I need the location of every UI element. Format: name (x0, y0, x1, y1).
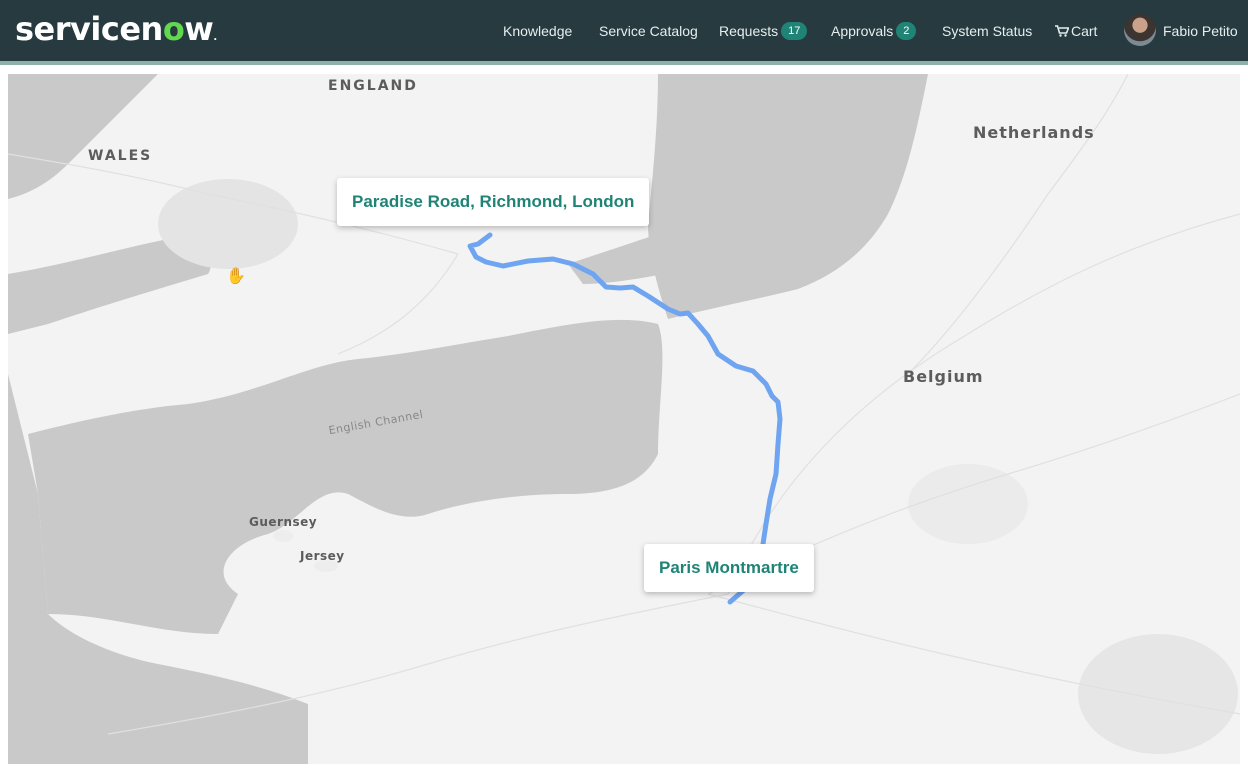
logo-letter-o: o (162, 10, 185, 48)
nav-service-catalog[interactable]: Service Catalog (599, 0, 698, 61)
map-label-belgium: Belgium (903, 367, 984, 386)
logo-text-end: w (184, 10, 214, 48)
nav-knowledge-label: Knowledge (503, 22, 573, 39)
shopping-cart-icon (1055, 24, 1069, 37)
origin-label: Paradise Road, Richmond, London (352, 192, 635, 211)
nav-system-status[interactable]: System Status (942, 0, 1032, 61)
nav-cart-label: Cart (1071, 22, 1098, 39)
map-label-guernsey: Guernsey (249, 515, 318, 529)
origin-callout[interactable]: Paradise Road, Richmond, London (337, 178, 650, 226)
map-label-jersey: Jersey (300, 549, 345, 563)
nav-knowledge[interactable]: Knowledge (503, 0, 572, 61)
top-navigation-bar: servicenow. Knowledge Service Catalog Re… (0, 0, 1248, 65)
logo-text-start: servicen (15, 10, 163, 48)
destination-callout[interactable]: Paris Montmartre (644, 544, 814, 592)
user-avatar[interactable] (1124, 14, 1156, 46)
user-name: Fabio Petito (1163, 22, 1238, 39)
approvals-count-badge: 2 (896, 21, 917, 40)
map-label-england: ENGLAND (328, 78, 418, 94)
nav-requests[interactable]: Requests 17 (719, 0, 808, 61)
map-label-netherlands: Netherlands (973, 123, 1095, 142)
nav-approvals-label: Approvals (831, 22, 894, 39)
nav-approvals[interactable]: Approvals 2 (831, 0, 917, 61)
map-label-wales: WALES (88, 148, 153, 164)
nav-service-catalog-label: Service Catalog (599, 22, 698, 39)
destination-label: Paris Montmartre (659, 558, 799, 577)
user-menu[interactable]: Fabio Petito (1163, 0, 1238, 61)
requests-count-badge: 17 (781, 21, 808, 40)
hand-cursor-icon: ✋ (226, 268, 246, 285)
servicenow-logo[interactable]: servicenow. (15, 9, 217, 58)
nav-requests-label: Requests (719, 22, 779, 39)
nav-cart[interactable]: Cart (1055, 0, 1097, 61)
nav-system-status-label: System Status (942, 22, 1033, 39)
route-map[interactable]: ENGLAND WALES Netherlands Belgium Englis… (8, 74, 1240, 764)
logo-trademark: . (213, 32, 217, 43)
